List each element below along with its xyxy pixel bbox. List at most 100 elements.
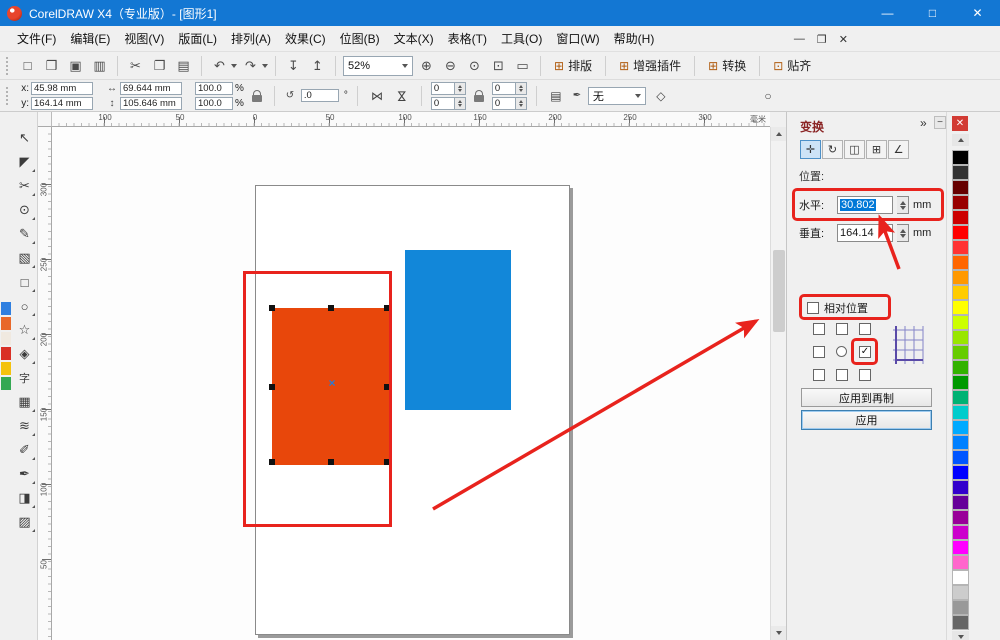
- maximize-button[interactable]: □: [910, 0, 955, 26]
- palette-swatch[interactable]: [952, 210, 969, 225]
- menu-effects[interactable]: 效果(C): [278, 26, 333, 51]
- minimize-button[interactable]: —: [865, 0, 910, 26]
- zoom-page-button[interactable]: ⊡: [488, 55, 509, 76]
- document-close-button[interactable]: ✕: [839, 33, 848, 46]
- menu-file[interactable]: 文件(F): [10, 26, 63, 51]
- scroll-up-button[interactable]: [771, 127, 787, 141]
- anchor-checkbox-bottom-left[interactable]: [813, 369, 825, 381]
- palette-swatch[interactable]: [952, 480, 969, 495]
- corner-radius-bl-spinner[interactable]: [454, 96, 466, 110]
- selection-handle-top-left[interactable]: [269, 305, 275, 311]
- corner-radius-tr-spinner[interactable]: [515, 81, 527, 95]
- palette-swatch[interactable]: [952, 540, 969, 555]
- palette-swatch[interactable]: [952, 525, 969, 540]
- canvas-vertical-scrollbar[interactable]: [770, 127, 787, 640]
- zoom-width-button[interactable]: ▭: [512, 55, 533, 76]
- palette-swatch[interactable]: [952, 300, 969, 315]
- y-position-input[interactable]: 164.14 mm: [31, 96, 93, 110]
- menu-layout[interactable]: 版面(L): [171, 26, 224, 51]
- palette-swatch[interactable]: [952, 270, 969, 285]
- zoom-level-combo[interactable]: 52%: [343, 55, 413, 76]
- palette-swatch[interactable]: [952, 600, 969, 615]
- anchor-checkbox-top-center[interactable]: [836, 323, 848, 335]
- menu-table[interactable]: 表格(T): [441, 26, 494, 51]
- palette-swatch[interactable]: [952, 585, 969, 600]
- position-mode-button[interactable]: ✛: [800, 140, 821, 159]
- palette-swatch[interactable]: [952, 150, 969, 165]
- rectangle-tool[interactable]: □: [13, 270, 37, 294]
- palette-swatch[interactable]: [952, 240, 969, 255]
- corner-radius-tl-spinner[interactable]: [454, 81, 466, 95]
- selection-handle-top-center[interactable]: [328, 305, 334, 311]
- corner-radius-br-spinner[interactable]: [515, 96, 527, 110]
- object-width-input[interactable]: 69.644 mm: [120, 81, 182, 95]
- palette-swatch[interactable]: [952, 375, 969, 390]
- snap-plugin-button[interactable]: ⊡ 贴齐: [767, 55, 817, 77]
- export-button[interactable]: ↥: [307, 55, 328, 76]
- polygon-tool[interactable]: ☆: [13, 318, 37, 342]
- anchor-checkbox-top-left[interactable]: [813, 323, 825, 335]
- palette-close-button[interactable]: ✕: [952, 116, 968, 131]
- corner-lock-button[interactable]: [471, 84, 487, 108]
- scale-horizontal-input[interactable]: 100.0: [195, 81, 233, 95]
- pick-tool[interactable]: ↖: [13, 126, 37, 150]
- text-tool[interactable]: 字: [13, 366, 37, 390]
- size-mode-button[interactable]: ⊞: [866, 140, 887, 159]
- undo-dropdown-caret[interactable]: [231, 63, 237, 68]
- redo-dropdown-caret[interactable]: [262, 63, 268, 68]
- freehand-tool[interactable]: ✎: [13, 222, 37, 246]
- crop-tool[interactable]: ✂: [13, 174, 37, 198]
- palette-swatch[interactable]: [952, 390, 969, 405]
- smart-fill-tool[interactable]: ▧: [13, 246, 37, 270]
- corner-radius-br-input[interactable]: 0: [491, 96, 516, 110]
- enhanced-plugins-button[interactable]: ⊞ 增强插件: [613, 55, 687, 77]
- document-minimize-button[interactable]: —: [794, 33, 805, 45]
- horizontal-input[interactable]: 30.802: [837, 196, 893, 214]
- eyedropper-tool[interactable]: ✐: [13, 438, 37, 462]
- palette-swatch[interactable]: [952, 330, 969, 345]
- palette-swatch[interactable]: [952, 195, 969, 210]
- convert-to-curves-button[interactable]: ◇: [651, 86, 671, 106]
- anchor-center-radio[interactable]: [836, 346, 847, 357]
- typesetting-plugin-button[interactable]: ⊞ 排版: [548, 55, 598, 77]
- palette-swatch[interactable]: [952, 255, 969, 270]
- palette-swatch[interactable]: [952, 510, 969, 525]
- palette-swatch[interactable]: [952, 345, 969, 360]
- toolbar-options-button[interactable]: ○: [758, 86, 778, 106]
- palette-swatch[interactable]: [952, 225, 969, 240]
- anchor-checkbox-bottom-center[interactable]: [836, 369, 848, 381]
- toolbar-grip[interactable]: [6, 56, 10, 75]
- menu-text[interactable]: 文本(X): [387, 26, 441, 51]
- copy-button[interactable]: ❐: [149, 55, 170, 76]
- x-position-input[interactable]: 45.98 mm: [31, 81, 93, 95]
- palette-swatch[interactable]: [952, 555, 969, 570]
- basic-shapes-tool[interactable]: ◈: [13, 342, 37, 366]
- selection-handle-bottom-left[interactable]: [269, 459, 275, 465]
- menu-window[interactable]: 窗口(W): [549, 26, 606, 51]
- anchor-checkbox-top-right[interactable]: [859, 323, 871, 335]
- save-button[interactable]: ▣: [65, 55, 86, 76]
- palette-swatch[interactable]: [952, 615, 969, 630]
- zoom-selected-button[interactable]: ⊙: [464, 55, 485, 76]
- vertical-input[interactable]: 164.14: [837, 224, 893, 242]
- palette-scroll-up-button[interactable]: [952, 134, 969, 146]
- corner-radius-tr-input[interactable]: 0: [491, 81, 516, 95]
- docker-collapse-button[interactable]: −: [934, 116, 946, 129]
- scroll-down-button[interactable]: [771, 626, 787, 640]
- selection-handle-middle-right[interactable]: [384, 384, 390, 390]
- convert-plugin-button[interactable]: ⊞ 转换: [702, 55, 752, 77]
- vertical-spinner[interactable]: [897, 224, 909, 242]
- shape-tool[interactable]: ◤: [13, 150, 37, 174]
- palette-swatch[interactable]: [952, 315, 969, 330]
- zoom-out-button[interactable]: ⊖: [440, 55, 461, 76]
- palette-swatch[interactable]: [952, 465, 969, 480]
- palette-scroll-down-button[interactable]: [952, 631, 969, 640]
- palette-swatch[interactable]: [952, 570, 969, 585]
- mirror-vertical-button[interactable]: ⋈: [392, 86, 412, 106]
- palette-swatch[interactable]: [952, 405, 969, 420]
- corner-radius-tl-input[interactable]: 0: [430, 81, 455, 95]
- outline-pen-tool[interactable]: ✒: [13, 462, 37, 486]
- palette-swatch[interactable]: [952, 420, 969, 435]
- skew-mode-button[interactable]: ∠: [888, 140, 909, 159]
- redo-button[interactable]: ↷: [240, 55, 261, 76]
